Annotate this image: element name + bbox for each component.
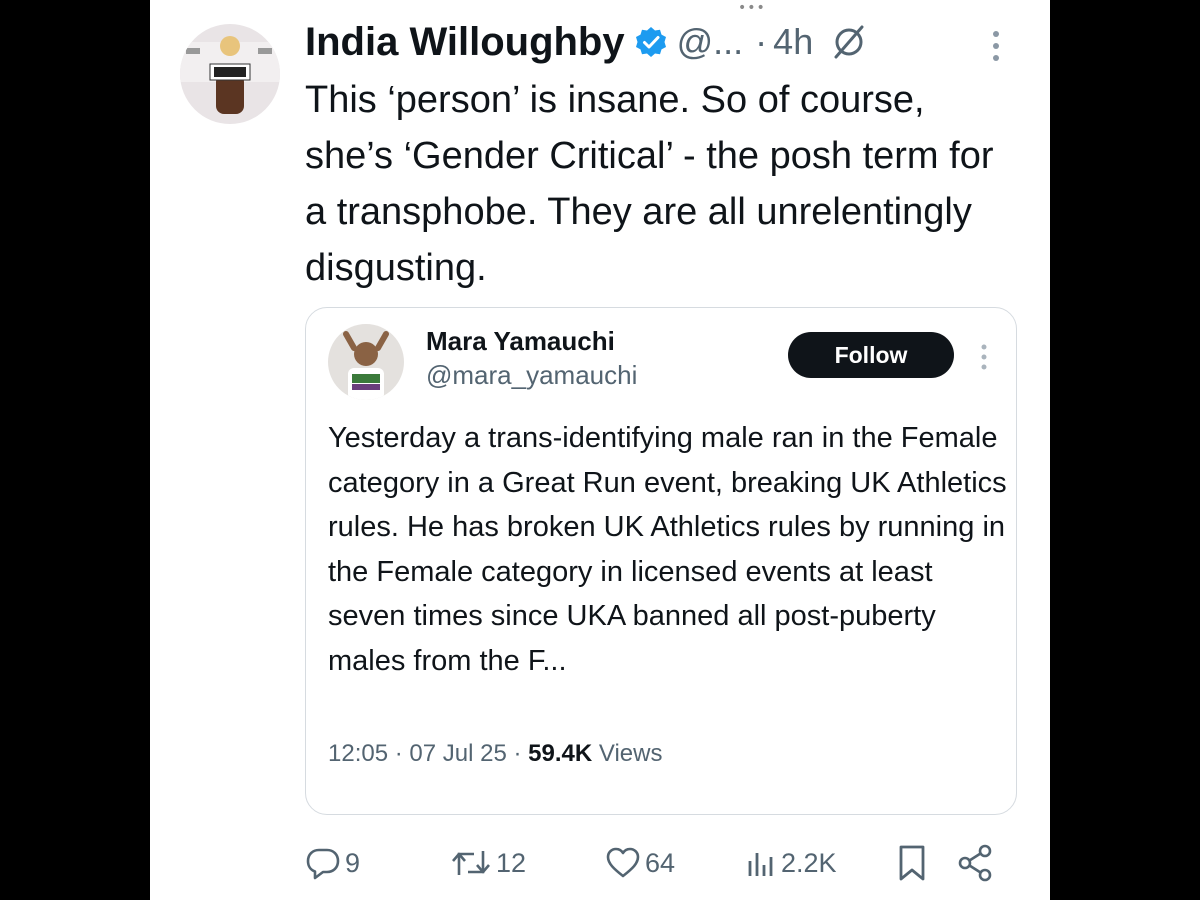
like-button[interactable]: 64	[605, 838, 675, 888]
grok-icon[interactable]	[831, 24, 867, 60]
quoted-author-handle[interactable]: @mara_yamauchi	[426, 360, 637, 391]
separator-dot: ·	[394, 740, 403, 767]
quoted-views-label: Views	[598, 740, 663, 767]
follow-button[interactable]: Follow	[788, 332, 954, 378]
like-icon	[605, 845, 641, 881]
quoted-post-time[interactable]: 12:05	[328, 740, 388, 767]
drag-handle-icon[interactable]: •••	[738, 1, 766, 15]
repost-count: 12	[496, 847, 527, 878]
action-bar: 9 12 64 2.2K	[305, 838, 1005, 888]
quoted-more-options-icon[interactable]	[978, 342, 990, 372]
reply-count: 9	[345, 847, 361, 878]
repost-icon	[450, 845, 492, 881]
more-options-icon[interactable]	[988, 28, 1004, 68]
share-button[interactable]	[955, 838, 995, 888]
separator-dot: ·	[513, 740, 522, 767]
post-header: India Willoughby @... · 4h	[305, 14, 867, 70]
author-name[interactable]: India Willoughby	[305, 20, 625, 65]
quoted-post-meta: 12:05 · 07 Jul 25 · 59.4K Views	[328, 740, 662, 768]
share-icon	[955, 843, 995, 883]
bookmark-button[interactable]	[895, 838, 929, 888]
author-handle[interactable]: @...	[677, 21, 744, 63]
screenshot-panel: ••• India Willoughby @... · 4h This ‘per…	[150, 0, 1050, 900]
separator-dot: ·	[755, 21, 768, 62]
quoted-post-text: Yesterday a trans-identifying male ran i…	[328, 422, 1007, 677]
reply-button[interactable]: 9	[305, 838, 360, 888]
quoted-author-name[interactable]: Mara Yamauchi	[426, 326, 615, 357]
post-text: This ‘person’ is insane. So of course, s…	[305, 79, 994, 289]
bookmark-icon	[895, 844, 929, 882]
repost-button[interactable]: 12	[450, 838, 526, 888]
author-avatar[interactable]	[180, 24, 280, 124]
views-button[interactable]: 2.2K	[745, 838, 837, 888]
views-count: 2.2K	[781, 847, 837, 878]
quoted-author-avatar[interactable]	[328, 324, 404, 400]
reply-icon	[305, 845, 341, 881]
quoted-post-date[interactable]: 07 Jul 25	[409, 740, 506, 767]
views-icon	[745, 845, 777, 881]
quoted-post-card[interactable]: Mara Yamauchi @mara_yamauchi Follow Yest…	[305, 307, 1017, 815]
post-time[interactable]: 4h	[773, 21, 813, 63]
like-count: 64	[645, 847, 676, 878]
quoted-views-count: 59.4K	[528, 740, 593, 767]
verified-badge-icon[interactable]	[635, 26, 667, 58]
